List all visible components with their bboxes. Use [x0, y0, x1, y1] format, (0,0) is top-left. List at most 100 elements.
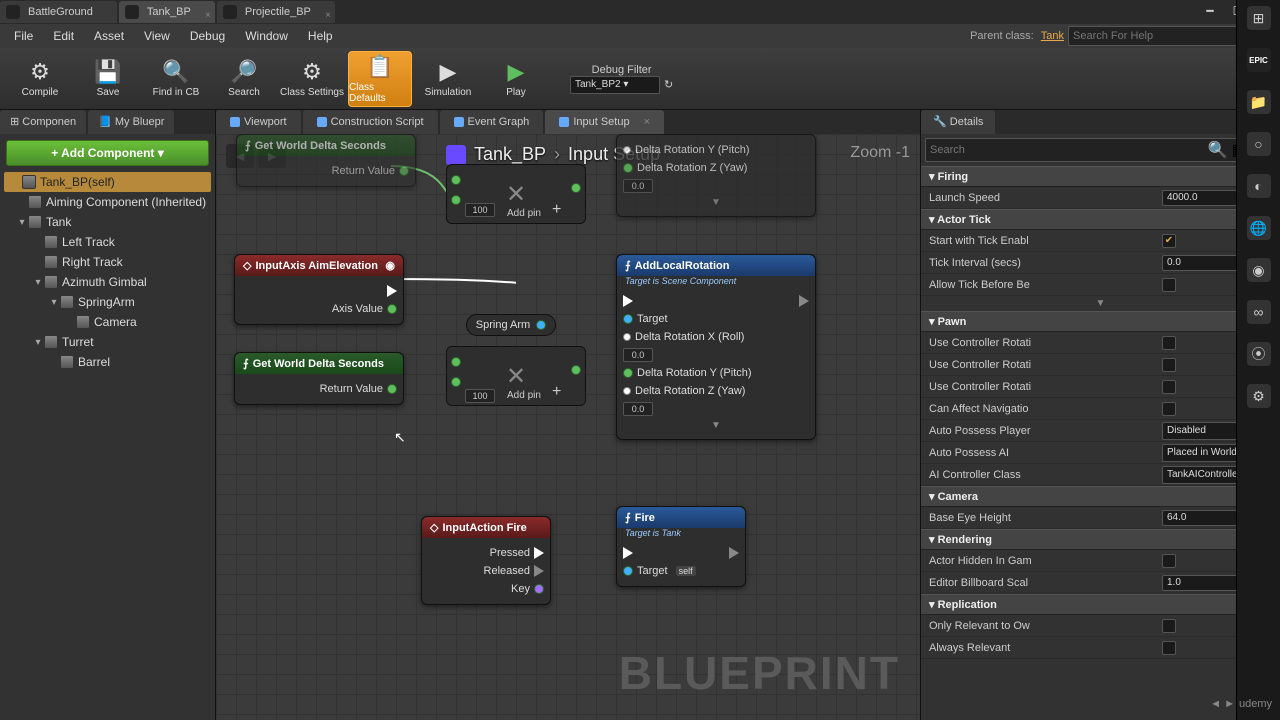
category-header[interactable]: ▾ Replication — [921, 594, 1280, 615]
udemy-watermark: ◄ ►udemy — [1210, 698, 1272, 710]
class-settings-button[interactable]: ⚙Class Settings — [280, 51, 344, 107]
prop-checkbox[interactable] — [1162, 554, 1176, 568]
cortana-icon[interactable]: ○ — [1247, 132, 1271, 156]
tree-row[interactable]: ▾Azimuth Gimbal — [0, 272, 215, 292]
details-search-input[interactable] — [930, 144, 1208, 156]
unreal-icon[interactable]: ⦿ — [1247, 342, 1271, 366]
node-get-delta-seconds-top[interactable]: ⨍Get World Delta Seconds Return Value — [236, 134, 416, 187]
tree-row[interactable]: Right Track — [0, 252, 215, 272]
property-row: Auto Possess PlayerDisabled▾ — [921, 420, 1280, 442]
viewport-tab[interactable]: Viewport — [216, 110, 301, 134]
tab-projectile-bp[interactable]: Projectile_BP× — [217, 1, 335, 23]
explorer-icon[interactable]: 📁 — [1247, 90, 1271, 114]
tree-row[interactable]: ▾Turret — [0, 332, 215, 352]
category-header[interactable]: ▾ Pawn — [921, 311, 1280, 332]
details-body: ▾ FiringLaunch Speed ⮆▾ Actor TickStart … — [921, 166, 1280, 720]
prop-input[interactable] — [1162, 255, 1242, 271]
epic-icon[interactable]: EPIC — [1247, 48, 1271, 72]
menu-asset[interactable]: Asset — [84, 24, 134, 48]
details-tab[interactable]: 🔧 Details — [921, 110, 995, 134]
property-row: Launch Speed ⮆ — [921, 187, 1280, 209]
steam-icon[interactable]: ◐ — [1247, 174, 1271, 198]
prop-checkbox[interactable] — [1162, 278, 1176, 292]
prop-checkbox[interactable] — [1162, 336, 1176, 350]
play-button[interactable]: ▶Play — [484, 51, 548, 107]
prop-checkbox[interactable] — [1162, 358, 1176, 372]
tree-row[interactable]: Left Track — [0, 232, 215, 252]
prop-checkbox[interactable]: ✔ — [1162, 234, 1176, 248]
menu-view[interactable]: View — [134, 24, 180, 48]
category-header[interactable]: ▾ Rendering — [921, 529, 1280, 550]
prop-checkbox[interactable] — [1162, 619, 1176, 633]
construction-script-tab[interactable]: Construction Script — [303, 110, 438, 134]
prop-checkbox[interactable] — [1162, 380, 1176, 394]
tree-row[interactable]: Camera — [0, 312, 215, 332]
category-header[interactable]: ▾ Firing — [921, 166, 1280, 187]
components-tab[interactable]: ⊞ Componen — [0, 110, 86, 134]
vs-icon[interactable]: ∞ — [1247, 300, 1271, 324]
expand-icon[interactable]: ▼ — [623, 195, 809, 210]
expand-icon[interactable]: ▼ — [623, 418, 809, 433]
property-row: Use Controller Rotati — [921, 354, 1280, 376]
tree-row[interactable]: Barrel — [0, 352, 215, 372]
node-add-local-rotation[interactable]: ⨍AddLocalRotation Target is Scene Compon… — [616, 254, 816, 440]
property-row: Always Relevant — [921, 637, 1280, 659]
event-graph-tab[interactable]: Event Graph — [440, 110, 544, 134]
property-row: Auto Possess AIPlaced in World▾ — [921, 442, 1280, 464]
const-input[interactable] — [465, 203, 495, 217]
find-in-cb-button[interactable]: 🔍Find in CB — [144, 51, 208, 107]
node-add-rotation-top[interactable]: Delta Rotation Y (Pitch) Delta Rotation … — [616, 134, 816, 217]
prop-input[interactable] — [1162, 190, 1242, 206]
tab-tank-bp[interactable]: Tank_BP× — [119, 1, 215, 23]
menu-window[interactable]: Window — [235, 24, 298, 48]
input-setup-tab[interactable]: Input Setup× — [545, 110, 664, 134]
search-help-input[interactable] — [1073, 30, 1248, 42]
globe-icon[interactable]: 🌐 — [1247, 216, 1271, 240]
node-fire[interactable]: ⨍Fire Target is Tank Target self — [616, 506, 746, 587]
breadcrumb-root[interactable]: Tank_BP — [474, 144, 546, 165]
windows-icon[interactable]: ⊞ — [1247, 6, 1271, 30]
prop-checkbox[interactable] — [1162, 402, 1176, 416]
tab-battleground[interactable]: BattleGround — [0, 1, 117, 23]
node-input-action-fire[interactable]: ◇InputAction Fire Pressed Released Key — [421, 516, 551, 605]
gear-icon[interactable]: ⚙ — [1247, 384, 1271, 408]
close-icon[interactable]: × — [205, 5, 211, 27]
add-component-button[interactable]: + Add Component ▾ — [6, 140, 209, 166]
node-multiply-top[interactable]: ✕ Add pin + — [446, 164, 586, 224]
prop-input[interactable] — [1162, 510, 1242, 526]
my-blueprint-tab[interactable]: 📘 My Bluepr — [88, 110, 174, 134]
tree-row[interactable]: ▾Tank — [0, 212, 215, 232]
refresh-icon[interactable]: ↻ — [664, 78, 673, 91]
tree-row[interactable]: Aiming Component (Inherited) — [0, 192, 215, 212]
save-button[interactable]: 💾Save — [76, 51, 140, 107]
expand-icon[interactable]: ▼ — [921, 296, 1280, 311]
menu-debug[interactable]: Debug — [180, 24, 235, 48]
debug-filter[interactable]: Debug Filter Tank_BP2 ▾ ↻ — [570, 64, 673, 94]
simulation-button[interactable]: ▶Simulation — [416, 51, 480, 107]
node-multiply[interactable]: ✕ Add pin + — [446, 346, 586, 406]
menu-file[interactable]: File — [4, 24, 43, 48]
tree-row[interactable]: ▾SpringArm — [0, 292, 215, 312]
node-get-world-delta-seconds[interactable]: ⨍Get World Delta Seconds Return Value — [234, 352, 404, 405]
prop-input[interactable] — [1162, 575, 1242, 591]
const-input[interactable] — [465, 389, 495, 403]
close-icon[interactable]: × — [644, 110, 650, 134]
search-button[interactable]: 🔎Search — [212, 51, 276, 107]
menu-edit[interactable]: Edit — [43, 24, 84, 48]
minimize-button[interactable]: ━ — [1196, 0, 1224, 22]
prop-checkbox[interactable] — [1162, 641, 1176, 655]
node-spring-arm-var[interactable]: Spring Arm — [466, 314, 556, 336]
property-row: Actor Hidden In Gam — [921, 550, 1280, 572]
parent-class-link[interactable]: Tank — [1041, 30, 1064, 42]
debug-filter-select[interactable]: Tank_BP2 ▾ — [570, 76, 660, 94]
menu-help[interactable]: Help — [298, 24, 343, 48]
category-header[interactable]: ▾ Actor Tick — [921, 209, 1280, 230]
class-defaults-button[interactable]: 📋Class Defaults — [348, 51, 412, 107]
category-header[interactable]: ▾ Camera — [921, 486, 1280, 507]
node-input-axis-aim-elevation[interactable]: ◇InputAxis AimElevation◉ Axis Value — [234, 254, 404, 325]
graph-canvas[interactable]: ◄ ► Tank_BP › Input Setup Zoom -1 BLUEPR… — [216, 134, 920, 720]
close-icon[interactable]: × — [325, 5, 331, 27]
tree-row[interactable]: Tank_BP(self) — [4, 172, 211, 192]
chrome-icon[interactable]: ◉ — [1247, 258, 1271, 282]
compile-button[interactable]: ⚙Compile — [8, 51, 72, 107]
